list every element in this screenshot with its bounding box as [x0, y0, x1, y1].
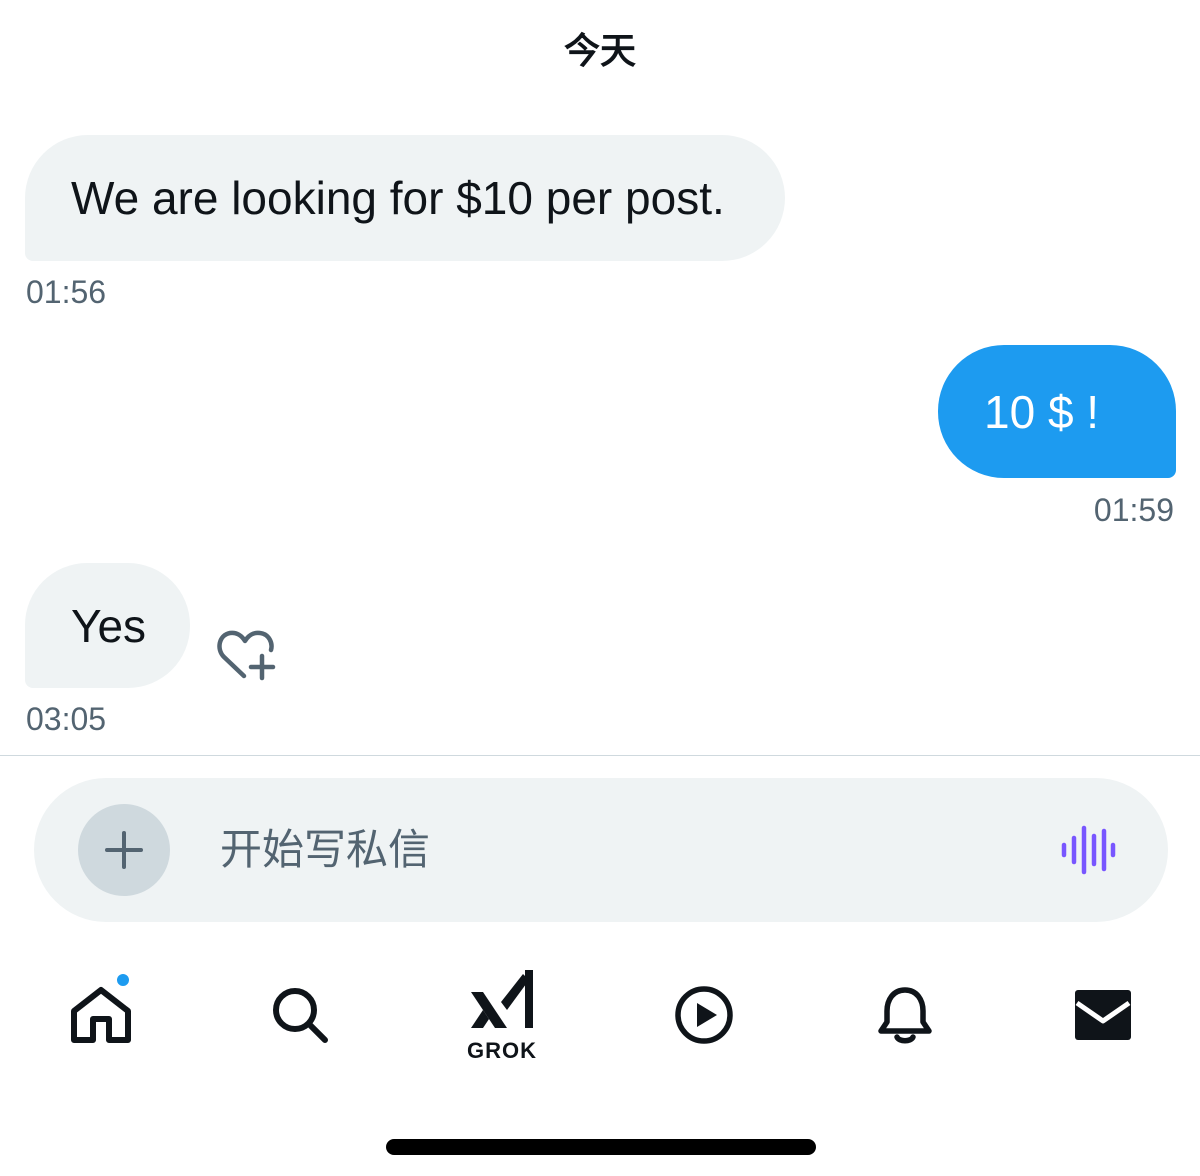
plus-icon [105, 831, 143, 869]
composer-divider [0, 755, 1200, 756]
tab-home[interactable] [46, 960, 156, 1070]
grok-label: GROK [467, 1038, 537, 1063]
unread-indicator [115, 972, 131, 988]
tab-video[interactable] [649, 960, 759, 1070]
message-bubble-incoming[interactable]: We are looking for $10 per post. [25, 135, 785, 261]
message-text: We are looking for $10 per post. [71, 172, 725, 224]
message-timestamp: 01:59 [1093, 492, 1174, 528]
message-timestamp: 03:05 [26, 701, 107, 737]
bell-icon [878, 987, 932, 1044]
add-reaction-heart-icon[interactable] [214, 626, 278, 684]
message-text: Yes [71, 599, 147, 652]
message-input[interactable] [220, 814, 1020, 886]
date-separator: 今天 [563, 30, 636, 71]
message-timestamp: 01:56 [26, 274, 107, 310]
home-icon [71, 987, 131, 1043]
tab-notifications[interactable] [850, 960, 960, 1070]
grok-icon [471, 970, 533, 1028]
message-composer [34, 778, 1168, 922]
tab-messages[interactable] [1048, 960, 1158, 1070]
play-icon [675, 986, 733, 1044]
tab-grok[interactable]: GROK [447, 960, 557, 1070]
add-media-button[interactable] [78, 804, 170, 896]
tab-search[interactable] [245, 960, 355, 1070]
dm-conversation-screen: 今天 We are looking for $10 per post. 01:5… [0, 0, 1200, 1176]
message-bubble-outgoing[interactable]: 10 $ ! [938, 345, 1176, 478]
search-icon [273, 988, 328, 1043]
mail-icon [1075, 990, 1131, 1040]
message-text: 10 $ ! [984, 385, 1100, 438]
bottom-tab-bar: GROK [0, 960, 1200, 1070]
home-indicator[interactable] [386, 1139, 816, 1155]
message-bubble-incoming[interactable]: Yes [25, 563, 190, 688]
voice-message-icon[interactable] [1060, 825, 1116, 875]
